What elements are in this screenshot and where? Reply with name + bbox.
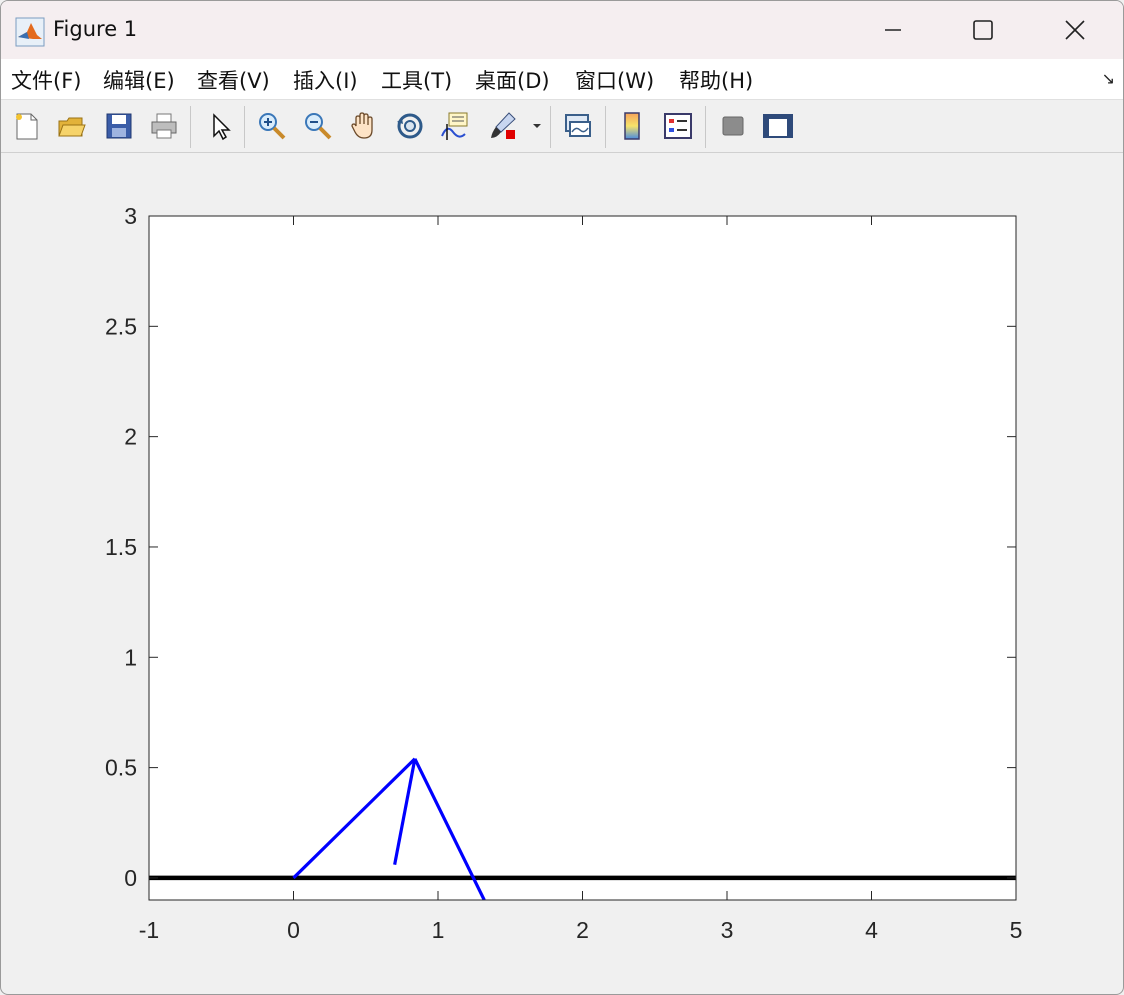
y-tick-label: 3 [124, 203, 137, 229]
brush-button[interactable] [485, 108, 521, 144]
toolbar-separator [190, 106, 191, 148]
y-tick-label: 0 [124, 865, 137, 891]
menu-file[interactable]: 文件(F) [11, 65, 81, 95]
menu-view[interactable]: 查看(V) [197, 65, 270, 95]
toolbar-separator [244, 106, 245, 148]
y-tick-label: 2.5 [105, 313, 137, 339]
brush-dropdown[interactable] [527, 108, 547, 144]
save-button[interactable] [101, 108, 137, 144]
x-tick-label: 5 [1010, 917, 1023, 943]
menu-window[interactable]: 窗口(W) [575, 65, 654, 95]
axes-chart[interactable]: -1 0 1 2 3 4 500.511.522.53 [1, 153, 1123, 994]
show-plot-tools-button[interactable] [760, 108, 796, 144]
y-tick-label: 1.5 [105, 534, 137, 560]
menu-edit[interactable]: 编辑(E) [103, 65, 175, 95]
edit-plot-button[interactable] [202, 108, 238, 144]
close-icon [1065, 20, 1085, 40]
print-button[interactable] [146, 108, 182, 144]
zoom-out-button[interactable] [300, 108, 336, 144]
colorbar-icon [624, 112, 640, 140]
new-figure-button[interactable] [8, 108, 44, 144]
show-plot-tools-icon [763, 114, 793, 138]
x-tick-label: 4 [865, 917, 878, 943]
x-tick-label: 3 [721, 917, 734, 943]
link-plot-button[interactable] [560, 108, 596, 144]
data-cursor-icon [441, 112, 468, 140]
zoom-in-icon [259, 113, 286, 140]
undock-arrow-icon[interactable]: ↘ [1102, 69, 1115, 88]
maximize-button[interactable] [937, 1, 1029, 59]
menu-help[interactable]: 帮助(H) [679, 65, 753, 95]
zoom-out-icon [305, 113, 332, 140]
save-icon [106, 113, 132, 139]
rotate-3d-icon [397, 113, 423, 139]
x-tick-label: 2 [576, 917, 589, 943]
window-title: Figure 1 [53, 17, 138, 41]
figure-canvas[interactable]: -1 0 1 2 3 4 5 0 0.5 1 1.5 2 2.5 3 [1, 153, 1123, 994]
print-icon [151, 113, 177, 139]
x-tick-label: -1 [139, 917, 159, 943]
new-figure-icon [16, 113, 38, 140]
figure-window: Figure 1 文件(F) 编辑(E) 查看(V) 插入(I) 工具(T) 桌… [0, 0, 1124, 995]
open-icon [58, 117, 86, 137]
y-tick-label: 2 [124, 424, 137, 450]
menu-desktop[interactable]: 桌面(D) [475, 65, 550, 95]
insert-colorbar-button[interactable] [614, 108, 650, 144]
hide-plot-tools-button[interactable] [715, 108, 751, 144]
x-tick-label: 0 [287, 917, 300, 943]
legend-icon [664, 113, 692, 139]
minimize-button[interactable] [847, 1, 939, 59]
y-tick-label: 1 [124, 644, 137, 670]
menu-tools[interactable]: 工具(T) [381, 65, 452, 95]
hide-plot-tools-icon [722, 116, 744, 136]
axes-background [149, 216, 1016, 900]
rotate-button[interactable] [392, 108, 428, 144]
matlab-logo-icon [15, 17, 45, 47]
menu-insert[interactable]: 插入(I) [293, 65, 358, 95]
title-bar[interactable]: Figure 1 [1, 1, 1123, 59]
figure-toolbar [1, 100, 1123, 153]
minimize-icon [885, 29, 901, 31]
toolbar-separator [605, 106, 606, 148]
data-cursor-button[interactable] [437, 108, 473, 144]
toolbar-separator [550, 106, 551, 148]
zoom-in-button[interactable] [254, 108, 290, 144]
x-tick-label: 1 [432, 917, 445, 943]
open-button[interactable] [53, 108, 89, 144]
close-button[interactable] [1029, 1, 1121, 59]
link-plot-icon [565, 114, 591, 137]
pan-hand-icon [351, 112, 373, 139]
pointer-icon [213, 113, 231, 141]
pan-button[interactable] [346, 108, 382, 144]
menu-bar: 文件(F) 编辑(E) 查看(V) 插入(I) 工具(T) 桌面(D) 窗口(W… [1, 59, 1123, 100]
maximize-icon [973, 20, 993, 40]
y-tick-label: 0.5 [105, 755, 137, 781]
toolbar-separator [705, 106, 706, 148]
brush-icon [491, 112, 516, 139]
chevron-down-icon [533, 124, 541, 128]
insert-legend-button[interactable] [660, 108, 696, 144]
